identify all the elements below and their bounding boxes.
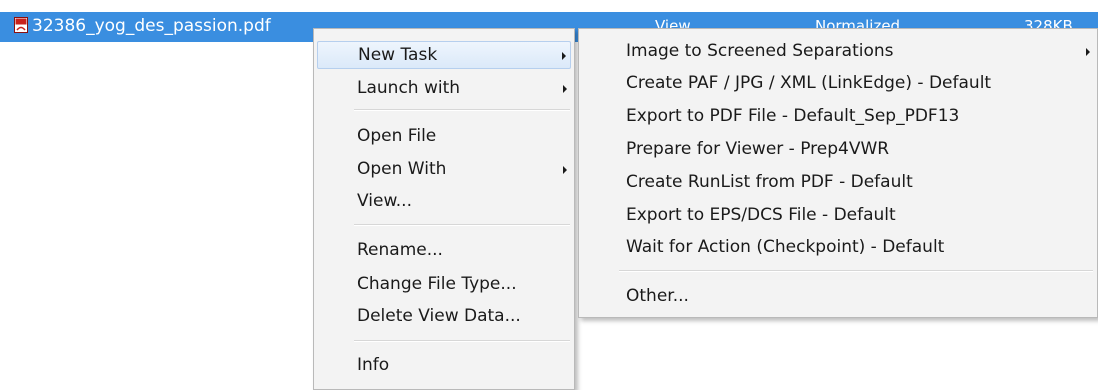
menu-item-label: Open File xyxy=(357,126,437,146)
submenu-item-wait-for-action[interactable]: Wait for Action (Checkpoint) - Default xyxy=(582,233,1094,261)
submenu-item-export-to-eps-dcs[interactable]: Export to EPS/DCS File - Default xyxy=(582,201,1094,229)
menu-item-label: Other... xyxy=(626,286,689,306)
menu-item-change-file-type[interactable]: Change File Type... xyxy=(317,270,571,298)
menu-item-label: Open With xyxy=(357,159,447,179)
menu-item-launch-with[interactable]: Launch with xyxy=(317,74,571,102)
menu-item-label: View... xyxy=(357,191,412,211)
menu-separator xyxy=(619,270,1093,272)
pdf-file-icon xyxy=(14,17,28,33)
menu-separator xyxy=(354,109,570,111)
menu-item-label: Create RunList from PDF - Default xyxy=(626,172,913,192)
submenu-item-image-to-screened-separations[interactable]: Image to Screened Separations xyxy=(582,37,1094,65)
menu-item-label: Export to EPS/DCS File - Default xyxy=(626,205,896,225)
submenu-item-create-runlist[interactable]: Create RunList from PDF - Default xyxy=(582,168,1094,196)
menu-item-label: Wait for Action (Checkpoint) - Default xyxy=(626,237,945,257)
submenu-item-create-paf-jpg-xml[interactable]: Create PAF / JPG / XML (LinkEdge) - Defa… xyxy=(582,69,1094,97)
file-name-cell[interactable]: 32386_yog_des_passion.pdf xyxy=(14,15,271,37)
menu-separator xyxy=(354,224,570,226)
menu-item-label: Export to PDF File - Default_Sep_PDF13 xyxy=(626,106,960,126)
chevron-right-icon xyxy=(562,52,566,60)
submenu-item-other[interactable]: Other... xyxy=(582,282,1094,310)
menu-item-info[interactable]: Info xyxy=(317,351,571,379)
file-name-text: 32386_yog_des_passion.pdf xyxy=(32,16,271,36)
menu-item-rename[interactable]: Rename... xyxy=(317,236,571,264)
menu-item-label: Launch with xyxy=(357,78,461,98)
new-task-submenu: Image to Screened Separations Create PAF… xyxy=(578,28,1098,318)
menu-item-open-file[interactable]: Open File xyxy=(317,122,571,150)
menu-item-new-task[interactable]: New Task xyxy=(317,41,571,69)
menu-item-label: Create PAF / JPG / XML (LinkEdge) - Defa… xyxy=(626,73,992,93)
menu-item-label: New Task xyxy=(358,45,438,65)
chevron-right-icon xyxy=(1086,48,1090,56)
menu-item-label: Change File Type... xyxy=(357,274,517,294)
menu-item-delete-view-data[interactable]: Delete View Data... xyxy=(317,302,571,330)
chevron-right-icon xyxy=(563,85,567,93)
menu-item-label: Info xyxy=(357,355,390,375)
chevron-right-icon xyxy=(563,166,567,174)
menu-item-label: Prepare for Viewer - Prep4VWR xyxy=(626,139,890,159)
submenu-item-export-to-pdf[interactable]: Export to PDF File - Default_Sep_PDF13 xyxy=(582,102,1094,130)
menu-item-label: Image to Screened Separations xyxy=(626,41,894,61)
context-menu: New Task Launch with Open File Open With… xyxy=(313,28,575,390)
menu-item-label: Delete View Data... xyxy=(357,306,521,326)
menu-item-view[interactable]: View... xyxy=(317,187,571,215)
menu-item-label: Rename... xyxy=(357,240,443,260)
menu-item-open-with[interactable]: Open With xyxy=(317,155,571,183)
submenu-item-prepare-for-viewer[interactable]: Prepare for Viewer - Prep4VWR xyxy=(582,135,1094,163)
menu-separator xyxy=(354,340,570,342)
